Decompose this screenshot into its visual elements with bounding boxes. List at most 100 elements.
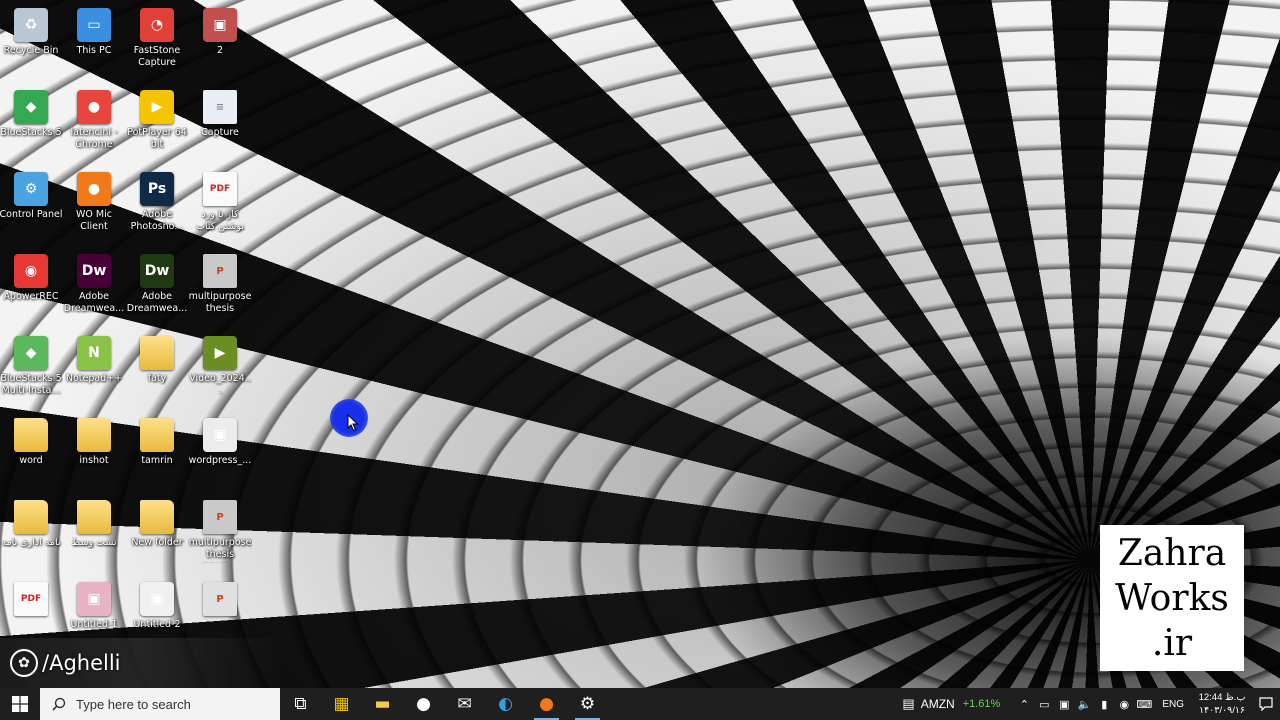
- desktop-icon-label: BlueStacks 5 Multi-Insta...: [0, 373, 62, 396]
- taskbar-app-button[interactable]: ●: [403, 688, 444, 720]
- mouse-pointer-icon: [347, 414, 359, 432]
- powerpoint-file-icon: P: [203, 254, 237, 288]
- bluestacks-icon: ◆: [14, 90, 48, 124]
- globe-network-icon[interactable]: ◉: [1114, 688, 1134, 720]
- desktop-icon-label: Capture: [201, 127, 239, 138]
- ticker-symbol: AMZN: [920, 697, 955, 711]
- folder-icon: [14, 418, 48, 452]
- desktop-icon-label: inshot: [79, 455, 109, 466]
- dreamweaver-icon: Dw: [77, 254, 111, 288]
- folder-icon: [140, 500, 174, 534]
- desktop-icon-label: Notepad++: [65, 373, 123, 384]
- desktop-icon[interactable]: faty: [126, 328, 188, 406]
- image-file-icon: ▣: [203, 418, 237, 452]
- mail-icon: ✉: [457, 694, 472, 714]
- brand-line-3: .ir: [1151, 622, 1193, 664]
- taskbar-app-button[interactable]: ◐: [485, 688, 526, 720]
- desktop-icon[interactable]: ◆ BlueStacks 5: [0, 82, 62, 160]
- apowerrec-icon: ◉: [14, 254, 48, 288]
- desktop-icon-label: multipurpose thesis powe...: [188, 291, 252, 317]
- desktop-icon[interactable]: tamrin: [126, 410, 188, 488]
- keyboard-icon[interactable]: ⌨: [1134, 688, 1154, 720]
- taskbar-search-box[interactable]: Type here to search: [40, 688, 280, 720]
- desktop-icon[interactable]: ▭ This PC: [63, 0, 125, 78]
- desktop-icon[interactable]: ◆ BlueStacks 5 Multi-Insta...: [0, 328, 62, 406]
- desktop-icon[interactable]: ≡ Capture: [189, 82, 251, 160]
- taskbar-app-button[interactable]: ⚙: [567, 688, 608, 720]
- edge-icon: ◐: [498, 694, 513, 714]
- desktop-icon[interactable]: ♻ Recycle Bin: [0, 0, 62, 78]
- desktop-icon[interactable]: word: [0, 410, 62, 488]
- desktop-icon[interactable]: Pmultipurpose thesis powe...: [189, 246, 251, 324]
- volume-icon[interactable]: 🔈: [1074, 688, 1094, 720]
- desktop-icon-label: Recycle Bin: [3, 45, 59, 56]
- desktop-icon-label: Untitled-1: [70, 619, 118, 630]
- desktop-icon[interactable]: تست وسط: [63, 492, 125, 570]
- folder-icon: [14, 500, 48, 534]
- desktop-icon-label: faty: [147, 373, 167, 384]
- image-file-icon: ▣: [203, 8, 237, 42]
- media-app-icon: ●: [416, 694, 431, 714]
- desktop-icon[interactable]: ◔ FastStone Capture: [126, 0, 188, 78]
- taskbar-app-button[interactable]: ✉: [444, 688, 485, 720]
- image-file-icon: ▣: [140, 582, 174, 616]
- notepad-plus-plus-icon: N: [77, 336, 111, 370]
- image-file-icon: ▣: [77, 582, 111, 616]
- desktop-icon[interactable]: Pmultipurpose thesis powe...: [189, 492, 251, 570]
- desktop-icon[interactable]: نامه اداری نامه: [0, 492, 62, 570]
- stock-ticker-widget[interactable]: ▤ AMZN +1.61%: [902, 696, 1000, 712]
- taskbar-app-button[interactable]: ⧉: [280, 688, 321, 720]
- notification-center-button[interactable]: [1252, 688, 1280, 720]
- usb-device-icon[interactable]: ▭: [1034, 688, 1054, 720]
- brand-line-2: Works: [1115, 577, 1229, 619]
- search-placeholder: Type here to search: [76, 696, 191, 712]
- desktop-icon[interactable]: N Notepad++: [63, 328, 125, 406]
- desktop-icon[interactable]: inshot: [63, 410, 125, 488]
- notification-icon: [1259, 697, 1273, 711]
- desktop-icon-label: FastStone Capture: [133, 45, 181, 68]
- desktop-icon[interactable]: New folder: [126, 492, 188, 570]
- desktop-icon[interactable]: Ps Adobe Photosho...: [126, 164, 188, 242]
- desktop-icon[interactable]: ● WO Mic Client: [63, 164, 125, 242]
- system-tray: ▤ AMZN +1.61% ⌃ ▭ ▣ 🔈 ▮ ◉ ⌨ ENG 12:44 ب.…: [902, 688, 1280, 720]
- desktop-icon[interactable]: ● latencini - Chrome: [63, 82, 125, 160]
- desktop-icon-label: ApowerREC: [3, 291, 59, 302]
- desktop-icon[interactable]: Dw Adobe Dreamwea...: [126, 246, 188, 324]
- taskbar-app-button[interactable]: ▦: [321, 688, 362, 720]
- desktop-icon[interactable]: ▶ Video_2024...: [189, 328, 251, 406]
- desktop-icon[interactable]: ◉ ApowerREC: [0, 246, 62, 324]
- channel-watermark: ✿ /Aghelli: [0, 638, 280, 688]
- desktop-icon-label: New folder: [131, 537, 183, 548]
- folder-icon: [140, 336, 174, 370]
- taskbar-app-button[interactable]: ●: [526, 688, 567, 720]
- taskbar-app-button[interactable]: ▬: [362, 688, 403, 720]
- pinned-apps: ⧉ ▦ ▬ ● ✉ ◐ ● ⚙: [280, 688, 608, 720]
- ticker-change: +1.61%: [962, 698, 1001, 710]
- desktop-icon-label: Adobe Dreamwea...: [63, 291, 125, 314]
- desktop-icon-label: Adobe Dreamwea...: [126, 291, 188, 314]
- desktop-icon[interactable]: ▣ wordpress_...: [189, 410, 251, 488]
- desktop-icon[interactable]: ▣ 2: [189, 0, 251, 78]
- desktop-icon-label: کار با ورد نوشتن کتاب: [196, 209, 244, 232]
- desktop-icon-grid: ♻ Recycle Bin ▭ This PC ◔ FastStone Capture ▣ 2…: [0, 0, 260, 640]
- chevron-up-icon[interactable]: ⌃: [1014, 688, 1034, 720]
- desktop-icon[interactable]: Dw Adobe Dreamwea...: [63, 246, 125, 324]
- powerpoint-file-icon: P: [203, 582, 237, 616]
- pdf-icon: PDF: [14, 582, 48, 616]
- battery-icon[interactable]: ▮: [1094, 688, 1114, 720]
- folder-icon: [77, 418, 111, 452]
- user-account-icon[interactable]: ▣: [1054, 688, 1074, 720]
- desktop-icon[interactable]: ⚙ Control Panel: [0, 164, 63, 242]
- desktop-icon-label: Video_2024...: [189, 373, 251, 396]
- store-icon: ▦: [333, 694, 350, 714]
- desktop-icon[interactable]: PDF کار با ورد نوشتن کتاب: [189, 164, 251, 242]
- recycle-bin-icon: ♻: [14, 8, 48, 42]
- folder-icon: [140, 418, 174, 452]
- desktop-icon-label: PotPlayer 64 bit: [127, 127, 187, 150]
- desktop-icon[interactable]: ▶ PotPlayer 64 bit: [126, 82, 188, 160]
- potplayer-icon: ▶: [140, 90, 174, 124]
- input-language[interactable]: ENG: [1162, 699, 1184, 710]
- start-button[interactable]: [0, 688, 40, 720]
- taskbar-clock[interactable]: 12:44 ب.ظ ۱۴۰۳/۰۹/۱۶: [1192, 691, 1252, 717]
- taskbar: Type here to search ⧉ ▦ ▬ ● ✉ ◐ ● ⚙ ▤ AMZN +1.6…: [0, 688, 1280, 720]
